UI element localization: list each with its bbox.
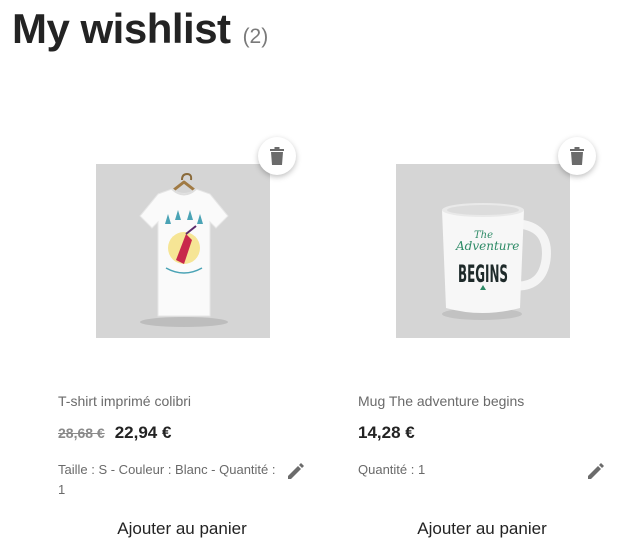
wishlist-product-card: The Adventure BEGINS Mug The adventure b… bbox=[348, 137, 608, 553]
add-to-cart-button[interactable]: Ajouter au panier bbox=[58, 516, 306, 542]
regular-price: 28,68 € bbox=[58, 425, 105, 441]
product-price: 22,94 € bbox=[114, 423, 172, 442]
trash-icon bbox=[270, 147, 284, 165]
product-name[interactable]: T-shirt imprimé colibri bbox=[58, 393, 191, 409]
wishlist-page: My wishlist (2) T-shirt imprimé colibri … bbox=[0, 0, 641, 553]
delete-button[interactable] bbox=[258, 137, 296, 175]
mug-print-begins: BEGINS bbox=[458, 260, 508, 288]
pencil-icon bbox=[288, 463, 304, 479]
product-name[interactable]: Mug The adventure begins bbox=[358, 393, 524, 409]
wishlist-header: My wishlist (2) bbox=[12, 6, 268, 52]
product-prices: 28,68 € 22,94 € bbox=[58, 423, 171, 443]
product-price: 14,28 € bbox=[358, 423, 415, 442]
trash-icon bbox=[570, 147, 584, 165]
tshirt-hummingbird-image bbox=[96, 164, 270, 338]
edit-button[interactable] bbox=[586, 461, 606, 481]
product-attributes: Taille : S - Couleur : Blanc - Quantité … bbox=[58, 462, 276, 497]
product-image[interactable]: The Adventure BEGINS bbox=[396, 164, 570, 338]
page-title: My wishlist bbox=[12, 5, 231, 52]
product-attributes: Quantité : 1 bbox=[358, 462, 426, 477]
mug-print-adventure: Adventure bbox=[455, 239, 519, 253]
edit-button[interactable] bbox=[286, 461, 306, 481]
product-image[interactable] bbox=[96, 164, 270, 338]
pencil-icon bbox=[588, 463, 604, 479]
wishlist-product-card: T-shirt imprimé colibri 28,68 € 22,94 € … bbox=[48, 137, 308, 553]
wishlist-count: (2) bbox=[242, 25, 269, 48]
delete-button[interactable] bbox=[558, 137, 596, 175]
mug-adventure-begins-image: The Adventure BEGINS bbox=[396, 164, 570, 338]
product-prices: 14,28 € bbox=[358, 423, 415, 443]
add-to-cart-button[interactable]: Ajouter au panier bbox=[358, 516, 606, 542]
